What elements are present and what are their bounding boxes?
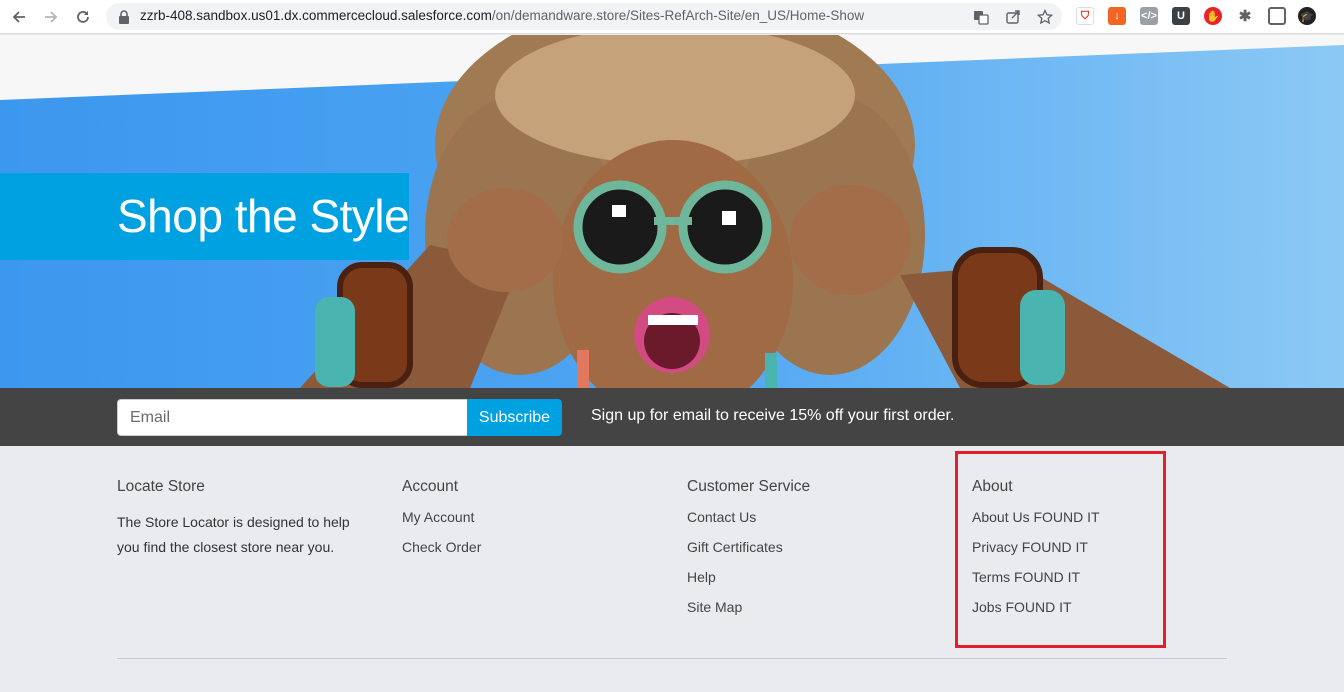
email-signup-bar: Subscribe Sign up for email to receive 1… [0, 388, 1344, 446]
footer-link-jobs[interactable]: Jobs FOUND IT [972, 599, 1072, 615]
reload-icon[interactable] [72, 6, 94, 28]
extension-code-icon[interactable]: </> [1140, 7, 1158, 25]
footer-link-my-account[interactable]: My Account [402, 509, 474, 525]
footer-heading-customer-service: Customer Service [687, 478, 811, 495]
footer-link-site-map[interactable]: Site Map [687, 599, 742, 615]
url-host: zzrb-408.sandbox.us01.dx.commercecloud.s… [140, 8, 492, 23]
forward-arrow-icon[interactable] [40, 6, 62, 28]
footer-heading-about: About [972, 478, 1013, 495]
extension-stop-icon[interactable]: ✋ [1204, 7, 1222, 25]
extension-u-icon[interactable]: U [1172, 7, 1190, 25]
footer-link-help[interactable]: Help [687, 569, 716, 585]
share-icon[interactable] [1004, 8, 1022, 26]
footer-heading-account: Account [402, 478, 459, 495]
hero-section: Shop the Style [0, 35, 1344, 388]
subscribe-button[interactable]: Subscribe [467, 399, 562, 436]
footer-link-gift-certificates[interactable]: Gift Certificates [687, 539, 783, 555]
footer-link-privacy[interactable]: Privacy FOUND IT [972, 539, 1088, 555]
footer-col-about: About About Us FOUND IT Privacy FOUND IT… [972, 478, 1232, 630]
extensions-puzzle-icon[interactable]: ✱ [1236, 7, 1254, 25]
signup-message: Sign up for email to receive 15% off you… [591, 407, 955, 424]
footer-col-locate-store: Locate Store The Store Locator is design… [117, 478, 377, 560]
lock-icon[interactable] [115, 8, 133, 26]
footer-link-about-us[interactable]: About Us FOUND IT [972, 509, 1100, 525]
footer-link-check-order[interactable]: Check Order [402, 539, 481, 555]
translate-icon[interactable] [972, 8, 990, 26]
hero-headline: Shop the Style [117, 190, 410, 242]
page-content: Shop the Style Subscribe Sign up for ema… [0, 35, 1344, 692]
back-arrow-icon[interactable] [8, 6, 30, 28]
footer: Locate Store The Store Locator is design… [0, 446, 1344, 692]
footer-link-terms[interactable]: Terms FOUND IT [972, 569, 1080, 585]
hero-banner[interactable]: Shop the Style [0, 173, 410, 260]
footer-col-customer-service: Customer Service Contact Us Gift Certifi… [687, 478, 947, 630]
url-text: zzrb-408.sandbox.us01.dx.commercecloud.s… [140, 8, 864, 23]
footer-col-account: Account My Account Check Order [402, 478, 662, 570]
address-bar[interactable]: zzrb-408.sandbox.us01.dx.commercecloud.s… [106, 3, 1062, 30]
extension-shield-icon[interactable]: ⛉ [1076, 7, 1094, 25]
email-input[interactable] [117, 399, 467, 436]
footer-divider [117, 658, 1227, 659]
browser-toolbar: zzrb-408.sandbox.us01.dx.commercecloud.s… [0, 0, 1344, 34]
side-panel-icon[interactable] [1268, 7, 1286, 25]
footer-link-contact-us[interactable]: Contact Us [687, 509, 756, 525]
store-locator-text: The Store Locator is designed to help yo… [117, 514, 350, 555]
footer-heading-locate-store[interactable]: Locate Store [117, 478, 377, 496]
url-path: /on/demandware.store/Sites-RefArch-Site/… [491, 8, 865, 23]
profile-avatar-icon[interactable]: 🎓 [1298, 7, 1316, 25]
extension-download-icon[interactable]: ↓ [1108, 7, 1126, 25]
bookmark-star-icon[interactable] [1036, 8, 1054, 26]
